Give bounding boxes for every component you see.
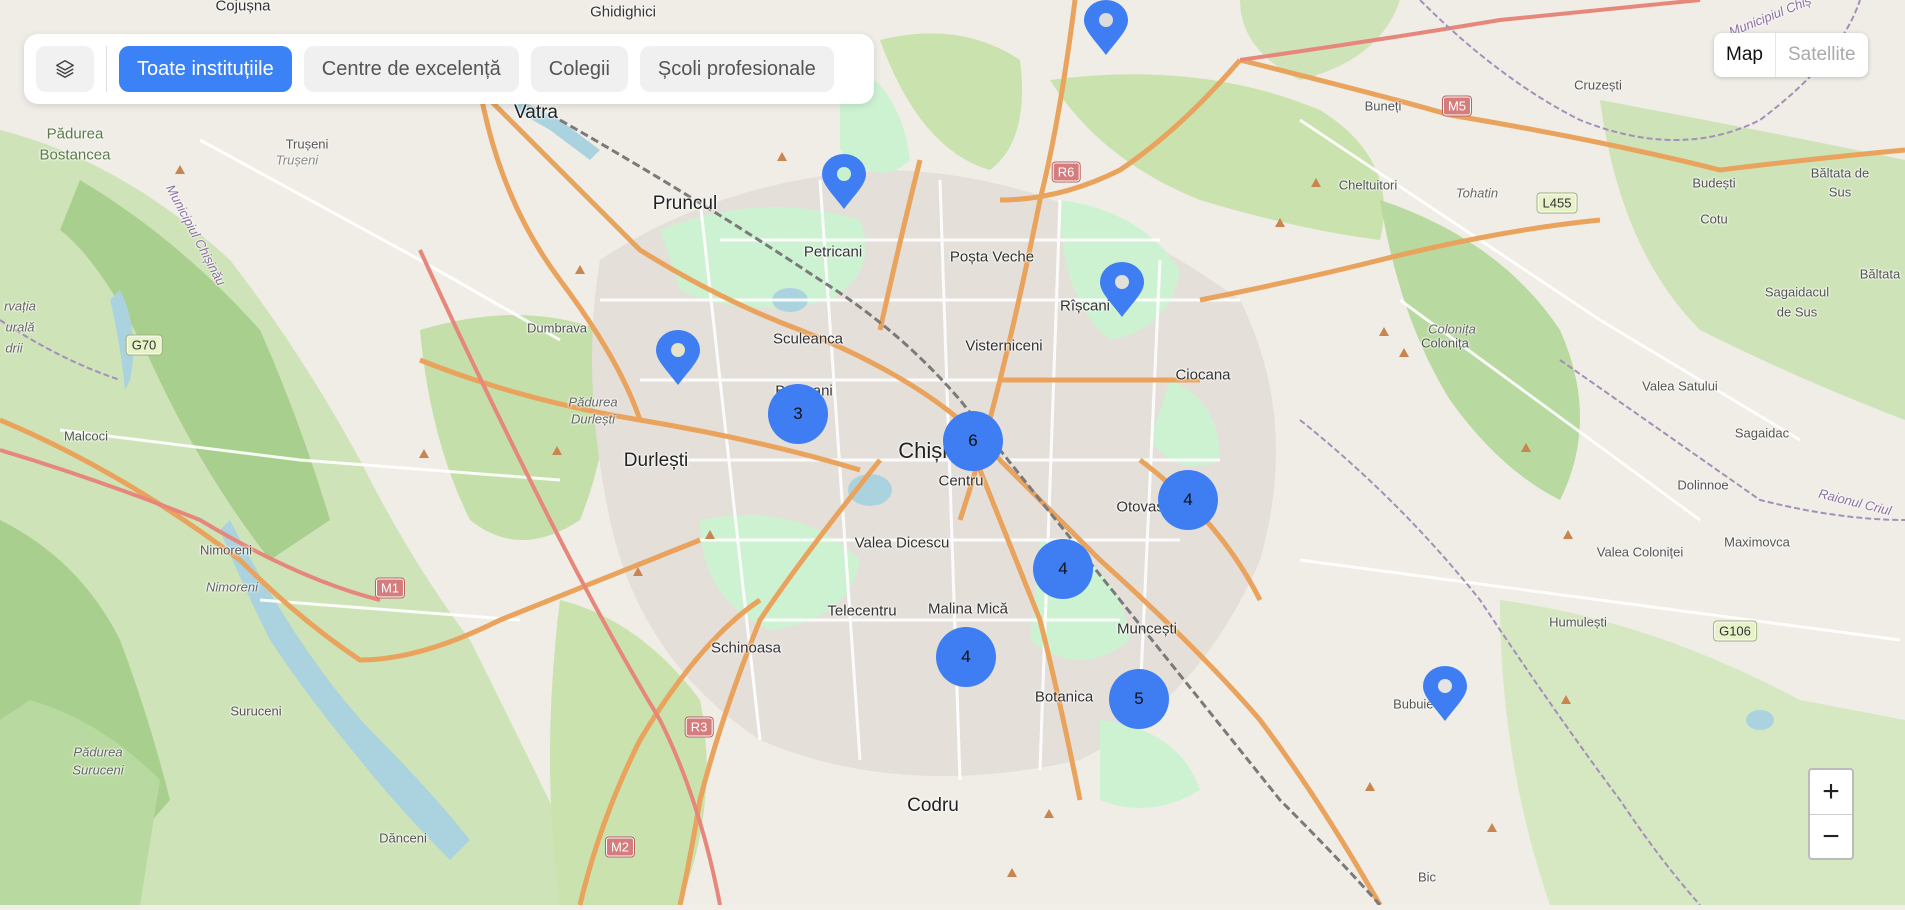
place-label: Suruceni xyxy=(230,703,282,719)
place-label: Pădurea xyxy=(73,744,123,760)
place-label: Petricani xyxy=(803,243,863,261)
place-label: Colonița xyxy=(1421,335,1469,351)
place-label: Ghidighici xyxy=(590,3,656,21)
filter-centres-of-excellence[interactable]: Centre de excelență xyxy=(303,46,519,92)
cluster-marker[interactable]: 4 xyxy=(1033,539,1093,599)
cluster-count: 3 xyxy=(793,404,803,423)
road-shield: M1 xyxy=(375,578,405,598)
map-type-toggle: Map Satellite xyxy=(1714,33,1868,77)
place-label: Colonița xyxy=(1428,321,1476,337)
place-label: Visterniceni xyxy=(965,337,1043,355)
place-label: urală xyxy=(5,319,35,335)
place-label: Cojușna xyxy=(215,0,271,15)
place-label: Maximovca xyxy=(1724,534,1790,550)
place-label: Cotu xyxy=(1700,211,1728,227)
road-shield: R3 xyxy=(685,717,713,737)
place-label: Sagaidacul xyxy=(1764,284,1830,300)
place-label: Tohatin xyxy=(1455,185,1499,201)
filter-colleges[interactable]: Colegii xyxy=(530,46,628,92)
place-label: Ciocana xyxy=(1175,366,1231,384)
location-pin-icon[interactable] xyxy=(821,154,867,210)
place-label: Pădurea xyxy=(568,394,618,410)
place-label: Muncești xyxy=(1116,620,1178,638)
place-label: Dănceni xyxy=(379,830,427,846)
location-pin-icon[interactable] xyxy=(1422,666,1468,722)
road-shield: G106 xyxy=(1714,621,1756,641)
cluster-marker[interactable]: 3 xyxy=(768,384,828,444)
place-label: Malina Mică xyxy=(927,600,1009,618)
place-label: Malcoci xyxy=(63,428,109,444)
layers-button[interactable] xyxy=(36,46,94,92)
filter-all-institutions[interactable]: Toate instituțiile xyxy=(119,46,292,92)
place-label: Telecentru xyxy=(827,602,897,620)
place-label: Poșta Veche xyxy=(949,248,1035,266)
place-label: Suruceni xyxy=(72,762,124,778)
map-type-satellite-button[interactable]: Satellite xyxy=(1774,33,1868,77)
cluster-count: 4 xyxy=(1058,559,1068,578)
zoom-out-button[interactable]: − xyxy=(1810,814,1852,859)
map-canvas[interactable]: Cojușna Ghidighici Vatra Trușeni Trușeni… xyxy=(0,0,1905,907)
road-shield: G70 xyxy=(126,335,162,355)
place-label: Sus xyxy=(1828,184,1852,200)
place-label: Cheltuitori xyxy=(1338,177,1398,193)
place-label: Durlești xyxy=(623,450,689,471)
place-label: Trușeni xyxy=(285,136,329,152)
place-label: Budești xyxy=(1692,175,1736,191)
place-label: Vatra xyxy=(513,102,559,123)
layers-icon xyxy=(56,60,74,78)
place-label: rvația xyxy=(4,298,36,314)
place-label: Sculeanca xyxy=(772,330,844,348)
place-label: Valea Satului xyxy=(1642,378,1718,394)
cluster-marker[interactable]: 6 xyxy=(943,411,1003,471)
place-label: Durlești xyxy=(570,411,616,427)
place-label: de Sus xyxy=(1776,304,1818,320)
place-label: Centru xyxy=(938,472,984,490)
cluster-count: 4 xyxy=(1183,490,1193,509)
place-label: Sagaidac xyxy=(1734,425,1790,441)
cluster-count: 4 xyxy=(961,647,971,666)
place-label: Valea Dicescu xyxy=(854,534,950,552)
place-label: Băltata de xyxy=(1810,165,1870,181)
toolbar-divider xyxy=(106,46,107,92)
place-label: Băltata xyxy=(1859,266,1901,282)
filter-toolbar: Toate instituțiile Centre de excelență C… xyxy=(24,34,874,104)
place-label: Botanica xyxy=(1034,688,1094,706)
place-label: Bic xyxy=(1417,869,1437,885)
road-shield: M2 xyxy=(605,837,635,857)
road-shield: L455 xyxy=(1537,193,1577,213)
zoom-in-button[interactable]: + xyxy=(1810,770,1852,814)
map-type-map-button[interactable]: Map xyxy=(1714,33,1775,77)
place-label: Codru xyxy=(907,795,959,816)
filter-vocational-schools[interactable]: Școli profesionale xyxy=(639,46,834,92)
place-label: Trușeni xyxy=(275,152,319,168)
place-label: Dolinnoe xyxy=(1677,477,1729,493)
location-pin-icon[interactable] xyxy=(655,330,701,386)
place-label: Cruzești xyxy=(1574,77,1622,93)
zoom-control: + − xyxy=(1808,768,1854,860)
road-shield: R6 xyxy=(1052,162,1080,182)
road-shield: M5 xyxy=(1442,96,1472,116)
cluster-marker[interactable]: 4 xyxy=(936,627,996,687)
location-pin-icon[interactable] xyxy=(1083,0,1129,56)
cluster-count: 5 xyxy=(1134,689,1144,708)
place-label: Bostancea xyxy=(39,146,111,164)
place-label: Dumbrava xyxy=(527,320,587,336)
cluster-marker[interactable]: 5 xyxy=(1109,669,1169,729)
place-label: Pădurea xyxy=(46,125,104,143)
place-label: Nimoreni xyxy=(199,542,253,558)
cluster-marker[interactable]: 4 xyxy=(1158,470,1218,530)
place-label: drii xyxy=(5,340,23,356)
place-label: Valea Coloniței xyxy=(1596,544,1684,560)
place-label: Schinoasa xyxy=(710,639,782,657)
cluster-count: 6 xyxy=(968,431,978,450)
place-label: Humulești xyxy=(1549,614,1607,630)
place-label: Nimoreni xyxy=(205,579,259,595)
place-label: Buneți xyxy=(1364,98,1402,114)
place-label: Pruncul xyxy=(652,193,718,214)
location-pin-icon[interactable] xyxy=(1099,262,1145,318)
